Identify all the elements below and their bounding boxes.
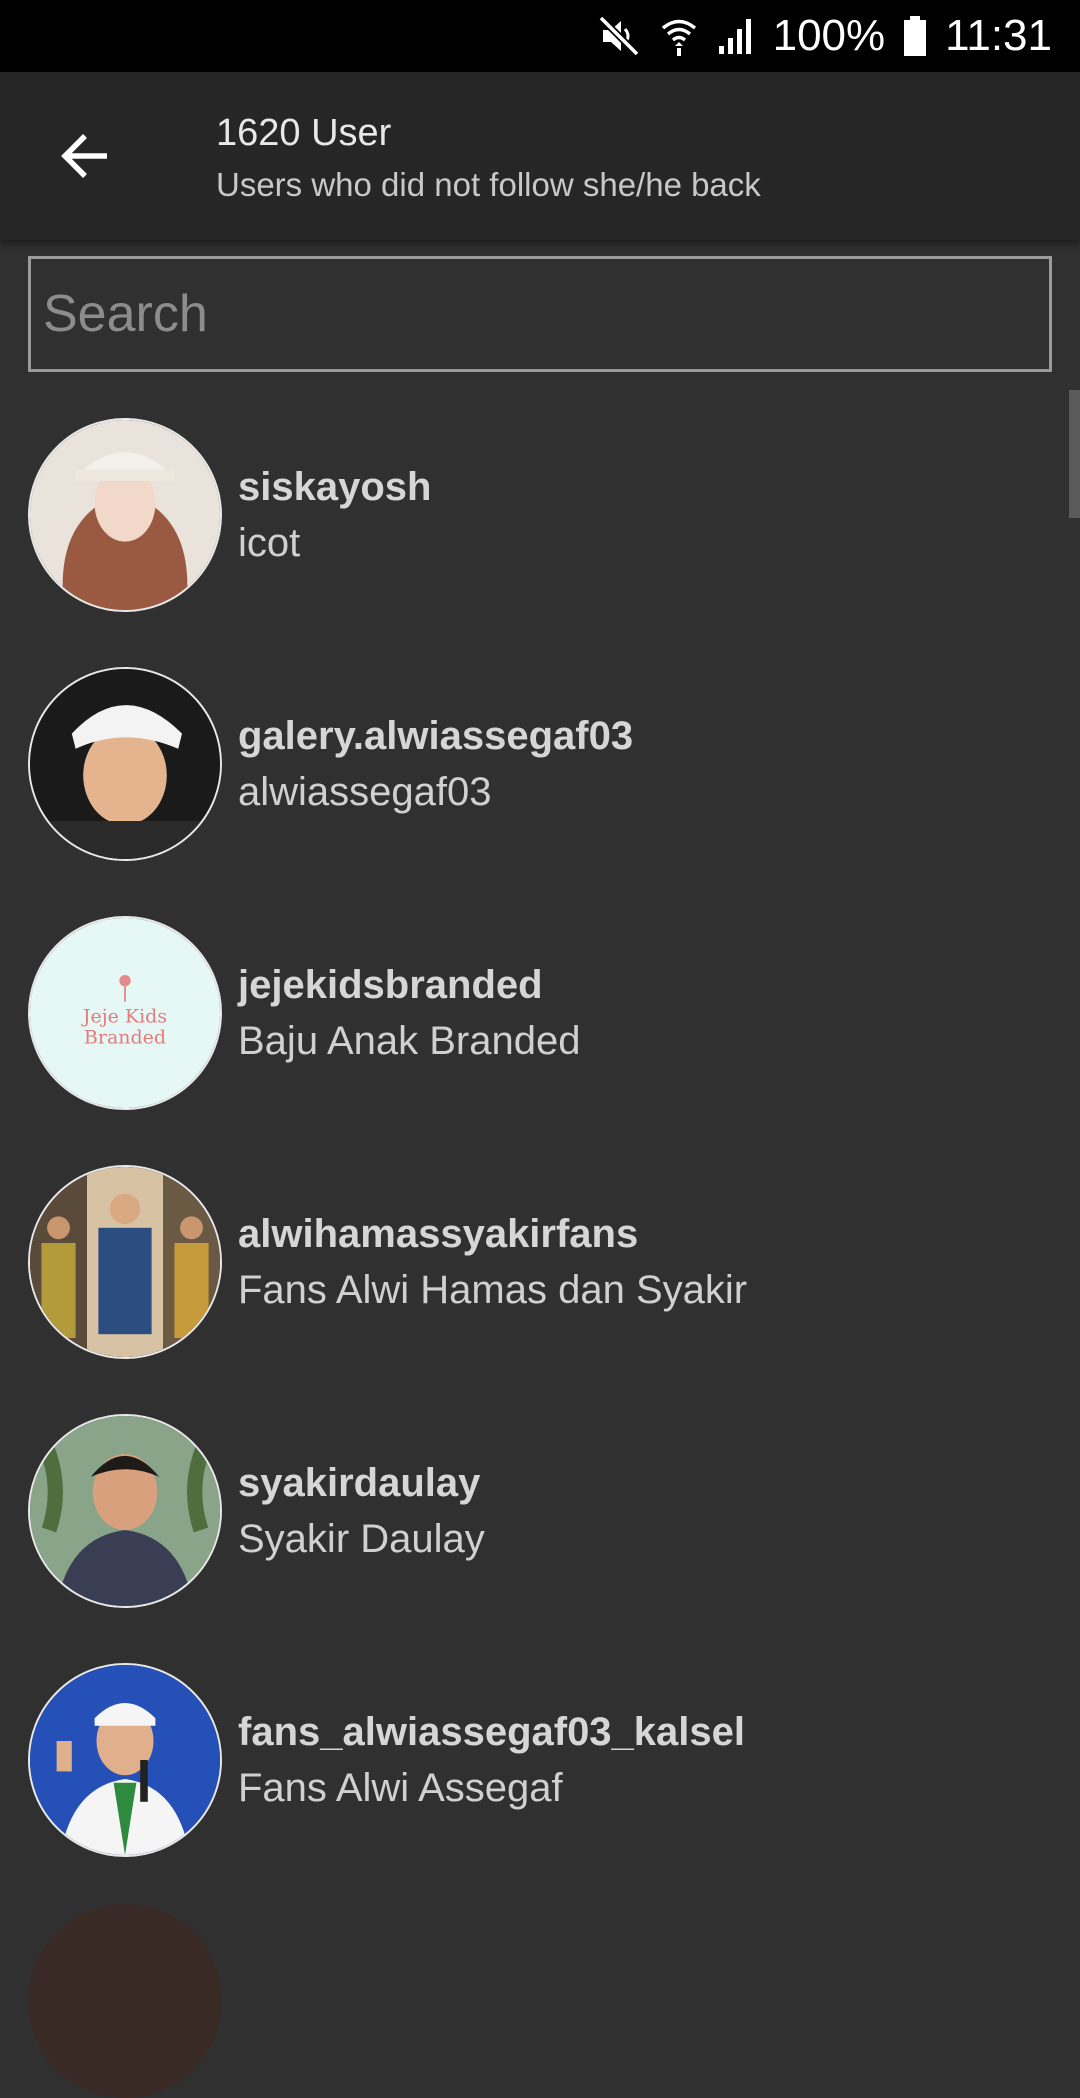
username: galery.alwiassegaf03 <box>238 714 634 758</box>
username: syakirdaulay <box>238 1461 481 1505</box>
page-title: 1620 User <box>216 112 392 154</box>
full-name: Baju Anak Branded <box>238 1019 581 1063</box>
logo-text-line1: Jeje Kids <box>81 1006 167 1028</box>
list-item[interactable]: Jeje Kids Branded jejekidsbranded Baju A… <box>0 888 1060 1137</box>
signal-icon <box>717 16 755 56</box>
full-name: Fans Alwi Assegaf <box>238 1766 563 1810</box>
list-item[interactable]: syakirdaulay Syakir Daulay <box>0 1386 1060 1635</box>
full-name: icot <box>238 521 301 565</box>
search-input[interactable] <box>28 256 1052 372</box>
app-bar: 1620 User Users who did not follow she/h… <box>0 72 1080 240</box>
full-name: alwiassegaf03 <box>238 770 492 814</box>
avatar <box>28 1414 222 1608</box>
mute-icon <box>597 14 641 58</box>
username: siskayosh <box>238 465 432 509</box>
full-name: Syakir Daulay <box>238 1517 485 1561</box>
title-block: 1620 User Users who did not follow she/h… <box>216 110 761 208</box>
list-item[interactable]: fans_alwiassegaf03_kalsel Fans Alwi Asse… <box>0 1635 1060 1884</box>
logo-text-line2: Branded <box>84 1026 166 1048</box>
avatar: Jeje Kids Branded <box>28 916 222 1110</box>
scrollbar-thumb[interactable] <box>1069 390 1080 518</box>
username: jejekidsbranded <box>238 963 543 1007</box>
avatar <box>28 1904 222 2098</box>
status-bar: 100% 11:31 <box>0 0 1080 72</box>
wifi-icon <box>659 14 699 58</box>
page-subtitle: Users who did not follow she/he back <box>216 166 761 203</box>
username: fans_alwiassegaf03_kalsel <box>238 1710 746 1754</box>
avatar <box>28 1165 222 1359</box>
back-button[interactable] <box>40 116 130 196</box>
username: alwihamassyakirfans <box>238 1212 639 1256</box>
full-name: Fans Alwi Hamas dan Syakir <box>238 1268 748 1312</box>
battery-percent: 100% <box>772 11 886 60</box>
arrow-left-icon <box>61 134 107 178</box>
battery-icon <box>903 14 927 58</box>
avatar <box>28 1663 222 1857</box>
avatar <box>28 667 222 861</box>
clock: 11:31 <box>945 11 1052 60</box>
user-list: siskayosh icot galery.alwiassegaf03 alwi… <box>0 390 1060 1884</box>
list-item[interactable]: siskayosh icot <box>0 390 1060 639</box>
list-item[interactable]: galery.alwiassegaf03 alwiassegaf03 <box>0 639 1060 888</box>
avatar <box>28 418 222 612</box>
list-item[interactable]: alwihamassyakirfans Fans Alwi Hamas dan … <box>0 1137 1060 1386</box>
